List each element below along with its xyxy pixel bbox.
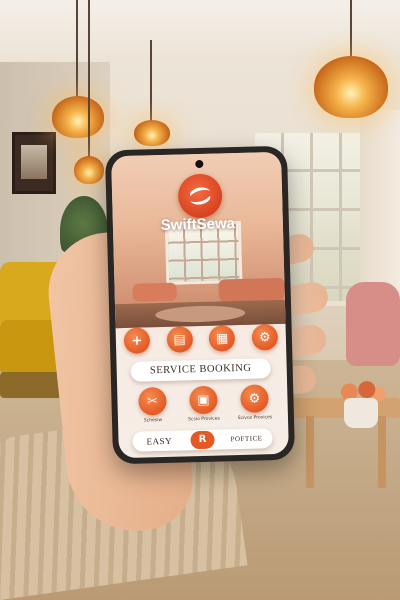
lamp-cord	[76, 0, 78, 100]
feature-label: Schesiw	[143, 418, 163, 424]
feature-label: Scivce Provices	[237, 415, 273, 422]
grid-icon[interactable]: ▦	[208, 325, 236, 352]
poftice-label[interactable]: POFTICE	[230, 428, 263, 449]
settings-icon[interactable]: ⚙	[251, 323, 279, 351]
feature-item[interactable]: ▣ Scsio Provices	[182, 385, 225, 422]
calendar-icon[interactable]: ▤	[166, 326, 193, 353]
service-icon: ▣	[189, 385, 218, 415]
lamp-cord	[88, 0, 90, 158]
room-scene: SwiftSewa + ▤ ▦ ⚙ SERVICE BOOKING ✂ Sche…	[0, 0, 400, 600]
vase	[344, 398, 378, 428]
plus-icon[interactable]: +	[123, 327, 151, 354]
feature-label: Scsio Provices	[188, 416, 220, 423]
phone-screen: SwiftSewa + ▤ ▦ ⚙ SERVICE BOOKING ✂ Sche…	[111, 151, 289, 459]
wrench-icon: ✂	[138, 386, 167, 416]
center-action-button[interactable]: R	[190, 430, 215, 450]
lamp-cord	[150, 40, 152, 124]
provider-icon: ⚙	[240, 384, 269, 413]
wall-picture	[12, 132, 56, 194]
quick-action-row: + ▤ ▦ ⚙	[123, 323, 279, 354]
bottom-bar: EASY R POFTICE	[132, 428, 273, 452]
pendant-lamp	[314, 56, 388, 118]
lamp-cord	[350, 0, 352, 58]
ceiling	[0, 0, 400, 62]
feature-item[interactable]: ⚙ Scivce Provices	[233, 384, 276, 421]
feature-item[interactable]: ✂ Schesiw	[131, 386, 174, 424]
pendant-lamp	[134, 120, 170, 146]
pink-armchair	[346, 282, 400, 366]
smartphone: SwiftSewa + ▤ ▦ ⚙ SERVICE BOOKING ✂ Sche…	[104, 145, 296, 465]
service-booking-button[interactable]: SERVICE BOOKING	[130, 358, 271, 382]
pendant-lamp	[52, 96, 104, 138]
easy-label[interactable]: EASY	[146, 431, 172, 452]
feature-row: ✂ Schesiw ▣ Scsio Provices ⚙ Scivce Prov…	[131, 384, 276, 424]
pendant-lamp	[74, 156, 104, 184]
swirl-logo-icon	[190, 187, 211, 205]
